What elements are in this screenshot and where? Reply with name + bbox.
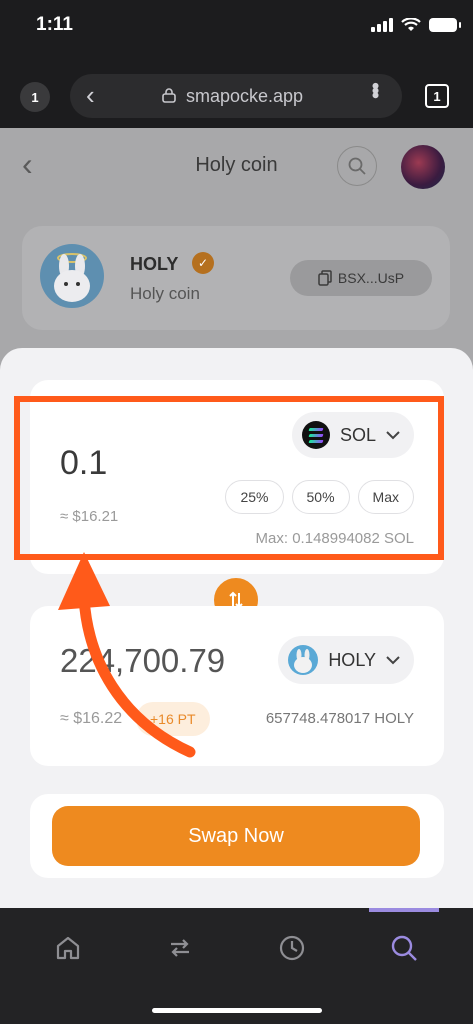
chevron-left-icon[interactable]: ‹ (86, 82, 95, 108)
address-bar[interactable]: ‹ smapocke.app ••• (70, 74, 402, 118)
token-name: Holy coin (130, 284, 200, 303)
chevron-down-icon (386, 653, 400, 668)
nav-swap[interactable] (160, 928, 200, 968)
page-header: ‹ Holy coin (0, 128, 473, 206)
copy-icon (318, 270, 332, 286)
tabs-button[interactable]: 1 (425, 84, 449, 108)
swap-icon (171, 939, 189, 957)
token-address: BSX...UsP (337, 270, 405, 286)
wifi-icon (401, 18, 421, 31)
home-icon (56, 936, 80, 960)
tab-badge[interactable]: 1 (20, 82, 50, 112)
to-amount: 224,700.79 (60, 642, 226, 679)
status-bar: 1:11 (0, 0, 473, 50)
to-token-selector[interactable]: HOLY (278, 636, 414, 684)
holy-logo-icon (288, 645, 319, 675)
status-time: 1:11 (36, 14, 73, 35)
battery-icon (429, 18, 461, 32)
status-icons (371, 18, 461, 32)
to-token-label: HOLY (328, 649, 376, 670)
more-vertical-icon[interactable]: ••• (363, 82, 388, 96)
lock-icon (162, 88, 176, 103)
points-badge: +16 PT (136, 702, 210, 736)
clock-icon (279, 935, 305, 961)
search-button[interactable] (337, 146, 377, 186)
action-card: Swap Now (30, 794, 444, 878)
nav-home[interactable] (48, 928, 88, 968)
nav-search[interactable] (384, 928, 424, 968)
nav-active-indicator (369, 908, 439, 912)
url-text: smapocke.app (186, 86, 304, 106)
to-card: 224,700.79 ≈ $16.22 +16 PT HOLY 657748.4… (30, 606, 444, 766)
holy-token-avatar (40, 244, 104, 308)
search-icon (391, 935, 417, 961)
copy-address-button[interactable]: BSX...UsP (290, 260, 432, 296)
to-balance: 657748.478017 HOLY (265, 710, 414, 727)
browser-bar: 1 ‹ smapocke.app ••• 1 (0, 50, 473, 128)
verified-badge-icon: ✓ (192, 252, 214, 274)
nav-history[interactable] (272, 928, 312, 968)
user-avatar[interactable] (401, 145, 445, 189)
swap-now-button[interactable]: Swap Now (52, 806, 420, 866)
to-fiat-value: ≈ $16.22 (60, 710, 123, 727)
annotation-highlight-box (14, 396, 444, 560)
token-info-card: HOLY ✓ Holy coin BSX...UsP (22, 226, 450, 330)
token-symbol: HOLY (130, 254, 179, 274)
search-icon (348, 157, 366, 175)
signal-icon (371, 18, 393, 32)
home-indicator (152, 1008, 322, 1013)
bottom-nav (0, 908, 473, 1024)
